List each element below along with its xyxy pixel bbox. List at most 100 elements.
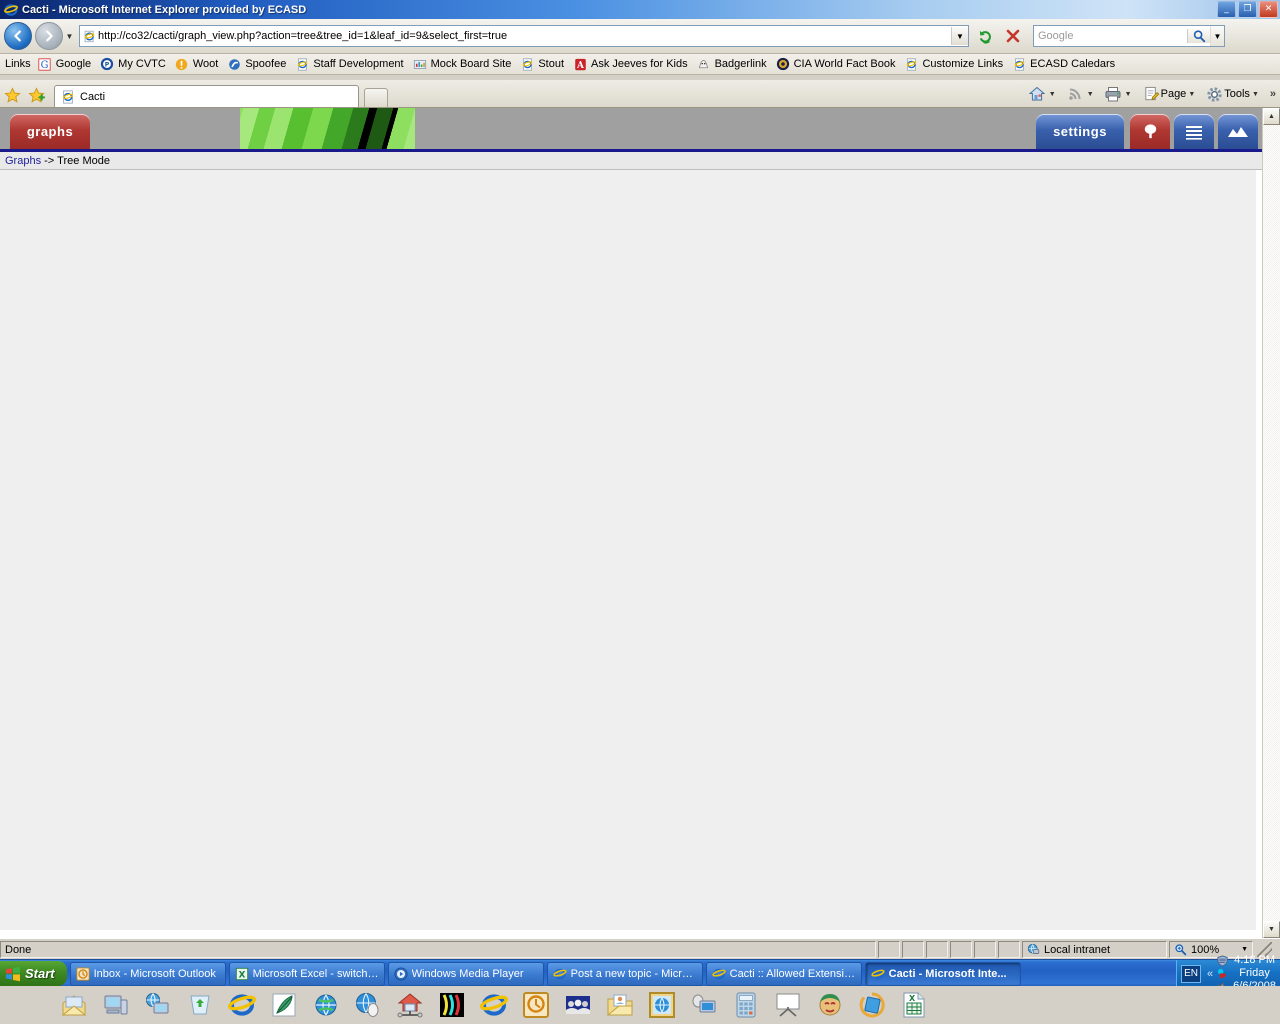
browser-tab-cacti[interactable]: Cacti	[54, 85, 359, 107]
taskbar-button-media-player[interactable]: Windows Media Player	[387, 961, 544, 986]
taskbar: Start Inbox - Microsoft Outlook X Micros…	[0, 954, 1280, 992]
outlook-clock-icon[interactable]	[520, 989, 552, 1021]
media-spin-icon[interactable]	[856, 989, 888, 1021]
search-dropdown-icon[interactable]: ▼	[1210, 26, 1224, 46]
shield-icon[interactable]	[1216, 954, 1229, 967]
tree-icon	[1141, 122, 1160, 141]
minimize-button[interactable]: _	[1217, 1, 1236, 18]
refresh-button[interactable]	[973, 24, 997, 48]
people-banner-icon[interactable]	[562, 989, 594, 1021]
taskbar-button-outlook[interactable]: Inbox - Microsoft Outlook	[69, 961, 226, 986]
command-overflow-icon[interactable]: »	[1266, 88, 1276, 100]
page-icon	[1142, 85, 1161, 104]
address-input[interactable]: http://co32/cacti/graph_view.php?action=…	[98, 30, 951, 42]
taskbar-button-label: Post a new topic - Micros...	[570, 967, 697, 980]
presentation-icon[interactable]	[772, 989, 804, 1021]
forward-button[interactable]	[35, 22, 63, 50]
cacti-tab-graph-view[interactable]	[1218, 114, 1258, 149]
feeds-button[interactable]: ▼	[1063, 85, 1101, 104]
print-button[interactable]: ▼	[1101, 85, 1139, 104]
excel-doc-icon[interactable]: X	[898, 989, 930, 1021]
taskbar-button-excel[interactable]: X Microsoft Excel - switche...	[228, 961, 385, 986]
taskbar-button-cacti-allowed-extensions[interactable]: Cacti :: Allowed Extensio...	[705, 961, 862, 986]
start-button[interactable]: Start	[0, 961, 67, 986]
restore-button[interactable]: ❐	[1238, 1, 1257, 18]
address-input-wrapper[interactable]: http://co32/cacti/graph_view.php?action=…	[79, 25, 969, 47]
cacti-tab-tree[interactable]	[1130, 114, 1170, 149]
link-badgerlink[interactable]: Badgerlink	[696, 56, 773, 72]
new-tab-button[interactable]	[364, 88, 388, 107]
home-network-icon[interactable]	[394, 989, 426, 1021]
page-dropdown-icon[interactable]: ▼	[1186, 91, 1199, 98]
tools-menu-button[interactable]: Tools ▼	[1202, 85, 1266, 104]
feeds-dropdown-icon[interactable]: ▼	[1085, 91, 1098, 98]
cacti-tab-list[interactable]	[1174, 114, 1214, 149]
realplayer-icon[interactable]	[1216, 968, 1229, 980]
internet-explorer-icon[interactable]	[226, 989, 258, 1021]
windows-logo-icon	[5, 966, 21, 982]
link-stout[interactable]: Stout	[519, 56, 570, 72]
taskbar-button-post-topic[interactable]: Post a new topic - Micros...	[546, 961, 703, 986]
link-my-cvtc[interactable]: P My CVTC	[99, 56, 172, 72]
security-zone-label: Local intranet	[1044, 943, 1111, 956]
add-to-favorites-icon[interactable]	[24, 83, 48, 107]
security-zone[interactable]: Local intranet	[1022, 941, 1167, 958]
zoom-dropdown-icon[interactable]: ▼	[1241, 946, 1248, 953]
globe-frame-icon[interactable]	[646, 989, 678, 1021]
recycle-icon[interactable]	[184, 989, 216, 1021]
ie-page-icon	[903, 56, 919, 72]
face-paint-icon[interactable]	[814, 989, 846, 1021]
close-button[interactable]: ✕	[1259, 1, 1278, 18]
home-button[interactable]: ▼	[1025, 85, 1063, 104]
taskbar-button-cacti-active[interactable]: Cacti - Microsoft Inte...	[864, 961, 1021, 986]
breadcrumb-link-graphs[interactable]: Graphs	[5, 155, 41, 167]
link-cia-world-fact-book[interactable]: CIA World Fact Book	[775, 56, 902, 72]
folder-mail-icon[interactable]	[604, 989, 636, 1021]
link-ask-jeeves-for-kids[interactable]: A Ask Jeeves for Kids	[572, 56, 694, 72]
faces-icon[interactable]	[436, 989, 468, 1021]
internet-explorer-icon[interactable]	[478, 989, 510, 1021]
cacti-tab-settings[interactable]: settings	[1036, 114, 1124, 149]
address-dropdown-icon[interactable]: ▼	[951, 27, 968, 45]
link-woot[interactable]: Woot	[174, 56, 224, 72]
history-dropdown-icon[interactable]: ▼	[63, 32, 76, 41]
search-input[interactable]: Google	[1034, 30, 1187, 42]
back-button[interactable]	[4, 22, 32, 50]
remote-desktop-icon[interactable]	[688, 989, 720, 1021]
status-bar: Done Local intranet 100% ▼	[0, 938, 1280, 960]
desktop-root: Cacti - Microsoft Internet Explorer prov…	[0, 0, 1280, 1024]
computer-icon[interactable]	[100, 989, 132, 1021]
link-customize-links[interactable]: Customize Links	[903, 56, 1009, 72]
scroll-up-button[interactable]: ▲	[1263, 108, 1280, 125]
zoom-level: 100%	[1191, 943, 1220, 956]
page-scrollbar[interactable]: ▲ ▼	[1262, 108, 1280, 938]
link-staff-development[interactable]: Staff Development	[294, 56, 409, 72]
link-mock-board-site[interactable]: Mock Board Site	[412, 56, 518, 72]
link-spoofee[interactable]: Spoofee	[226, 56, 292, 72]
scroll-down-button[interactable]: ▼	[1263, 921, 1280, 938]
calculator-icon[interactable]	[730, 989, 762, 1021]
language-indicator[interactable]: EN	[1181, 964, 1202, 983]
link-google[interactable]: G Google	[37, 56, 97, 72]
page-menu-button[interactable]: Page ▼	[1139, 85, 1203, 104]
globe-mouse-icon[interactable]	[352, 989, 384, 1021]
wmp-icon	[394, 966, 408, 981]
feather-editor-icon[interactable]	[268, 989, 300, 1021]
globe-browser-icon[interactable]	[310, 989, 342, 1021]
start-label: Start	[25, 966, 55, 981]
link-label: Ask Jeeves for Kids	[591, 58, 688, 70]
network-computer-icon[interactable]	[142, 989, 174, 1021]
tools-dropdown-icon[interactable]: ▼	[1250, 91, 1263, 98]
command-bar: ▼ ▼ ▼ Page ▼ Tools ▼ »	[1025, 82, 1276, 106]
favorites-center-icon[interactable]	[0, 83, 24, 107]
link-ecasd-caledars[interactable]: ECASD Caledars	[1011, 56, 1121, 72]
home-dropdown-icon[interactable]: ▼	[1047, 91, 1060, 98]
mail-open-icon[interactable]	[58, 989, 90, 1021]
search-icon[interactable]	[1187, 29, 1210, 43]
print-dropdown-icon[interactable]: ▼	[1123, 91, 1136, 98]
cacti-tab-graphs[interactable]: graphs	[10, 114, 90, 149]
tray-expand-icon[interactable]: «	[1207, 968, 1213, 980]
stop-button[interactable]	[1001, 24, 1025, 48]
search-box[interactable]: Google ▼	[1033, 25, 1225, 47]
page-favicon-icon	[80, 30, 98, 43]
